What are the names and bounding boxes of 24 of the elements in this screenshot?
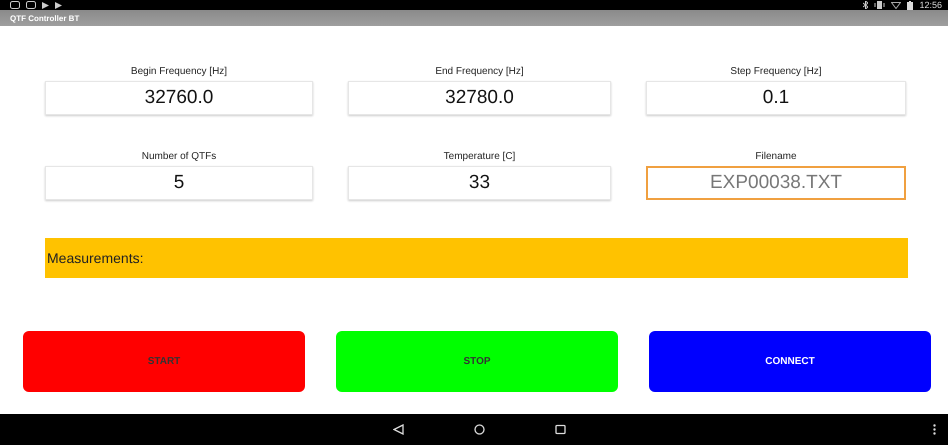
input-field[interactable]: 5 xyxy=(45,166,313,200)
field-label: Begin Frequency [Hz] xyxy=(130,66,228,77)
menu-icon[interactable] xyxy=(933,424,936,435)
bluetooth-icon xyxy=(863,1,868,9)
measurements-label: Measurements: xyxy=(46,250,144,266)
battery-icon xyxy=(907,0,914,10)
field-label: End Frequency [Hz] xyxy=(435,66,524,77)
app-title-bar: QTF Controller BT xyxy=(0,10,948,26)
field-label: Temperature [C] xyxy=(444,151,516,162)
input-field[interactable]: EXP00038.TXT xyxy=(646,166,906,200)
input-field[interactable]: 32780.0 xyxy=(348,81,611,115)
back-icon[interactable] xyxy=(393,424,404,435)
input-field[interactable]: 0.1 xyxy=(646,81,906,115)
input-field[interactable]: 32760.0 xyxy=(45,81,313,115)
recents-icon[interactable] xyxy=(555,424,566,435)
field-label: Step Frequency [Hz] xyxy=(730,66,822,77)
input-field[interactable]: 33 xyxy=(348,166,611,200)
home-icon[interactable] xyxy=(474,424,485,435)
wifi-icon xyxy=(891,2,902,8)
field-label: Number of QTFs xyxy=(142,151,216,162)
clock-time: 12:56 xyxy=(919,0,942,10)
action-button[interactable]: CONNECT xyxy=(649,331,931,392)
field-label: Filename xyxy=(755,151,797,162)
vibrate-icon xyxy=(874,1,886,9)
